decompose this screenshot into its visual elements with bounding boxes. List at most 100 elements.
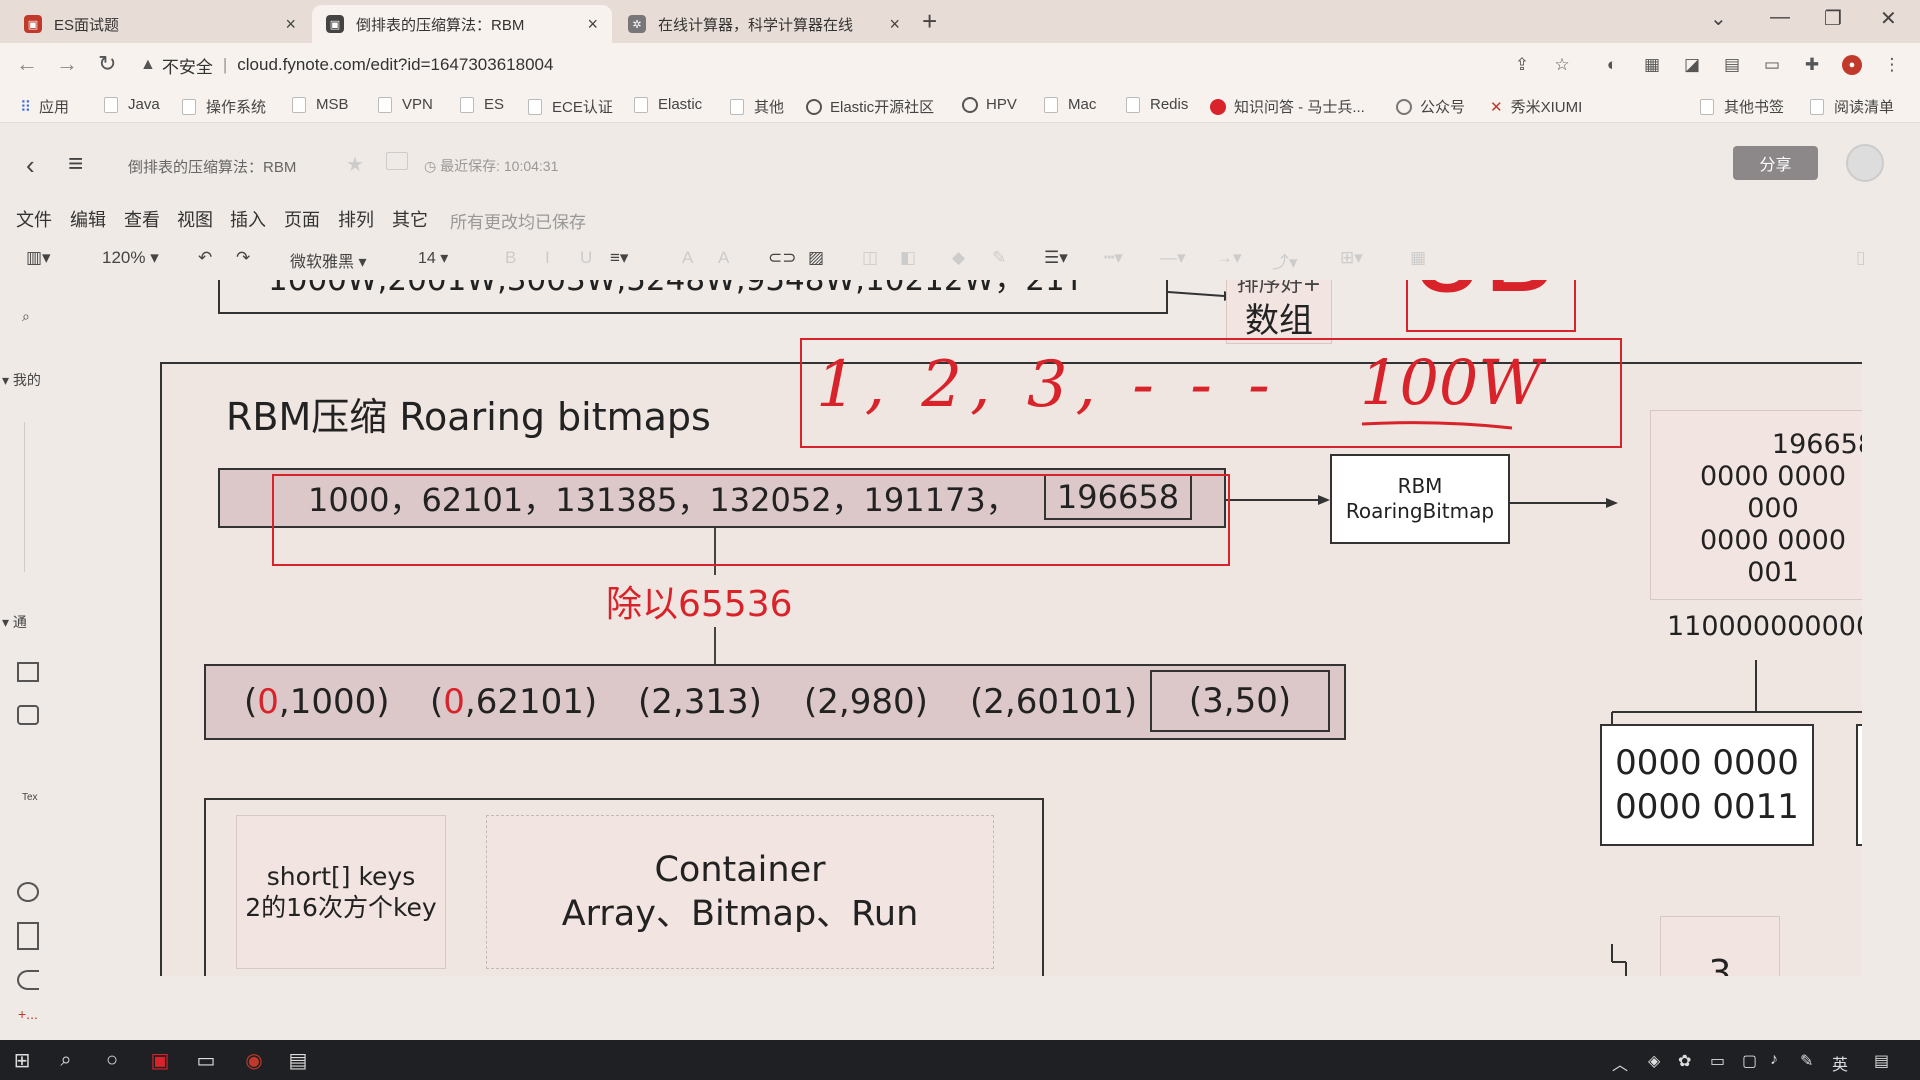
menu-edit[interactable]: 编辑 [70,206,106,232]
diagram-canvas[interactable]: 1000W,2001W,3003W,5248W,9548W,10212W，21Y… [60,280,1862,976]
hamburger-menu-icon[interactable]: ≡ [68,148,83,179]
windows-start-icon[interactable]: ⊞ [10,1048,34,1072]
url-input[interactable]: ▲ 不安全 | cloud.fynote.com/edit?id=1647303… [140,50,1480,80]
ime-indicator[interactable]: 英 [1832,1051,1848,1075]
bookmark-reading-list[interactable]: 阅读清单 [1810,96,1894,117]
more-menu-icon[interactable]: ⋮ [1882,55,1902,75]
menu-insert[interactable]: 插入 [230,206,266,232]
bookmark-item[interactable]: 知识问答 - 马士兵... [1210,96,1365,117]
bold-icon[interactable]: B [505,248,516,268]
close-icon[interactable]: × [889,14,900,35]
underline-icon[interactable]: U [580,248,592,268]
extension-icon[interactable]: ▦ [1642,55,1662,75]
bookmark-item[interactable]: Elastic开源社区 [806,96,934,117]
search-icon[interactable]: ⌕ [22,308,30,325]
star-icon[interactable]: ☆ [1552,55,1572,75]
container-note[interactable]: Container Array、Bitmap、Run [486,815,994,969]
text-style-icon[interactable]: A [718,248,729,268]
binary-small-box-clipped[interactable] [1856,724,1862,846]
format-icon[interactable]: ◧ [900,248,916,268]
file-explorer-icon[interactable]: ▭ [194,1048,218,1072]
tray-app-icon[interactable]: ✿ [1678,1051,1691,1071]
rounded-rect-shape[interactable] [17,705,39,725]
notification-icon[interactable]: ▤ [1874,1051,1889,1071]
my-shapes-group[interactable]: ▾ 我的 [2,370,41,390]
chrome-icon[interactable]: ◉ [242,1048,266,1072]
align-icon[interactable]: ≡▾ [610,248,628,268]
pen-icon[interactable]: ✎ [1800,1051,1813,1071]
menu-perspective[interactable]: 视图 [177,206,213,232]
bookmark-item[interactable]: ✕ 秀米XIUMI [1490,96,1582,117]
arrow-style-icon[interactable]: →▾ [1216,248,1242,268]
minimize-button[interactable]: — [1770,6,1790,29]
image-icon[interactable]: ▨ [808,248,824,268]
doc-title[interactable]: 倒排表的压缩算法：RBM [128,156,296,177]
tab-calculator[interactable]: ✲ 在线计算器，科学计算器在线 × [614,5,914,43]
bottom-three-note[interactable]: 3 [1660,916,1780,976]
avatar[interactable] [1846,144,1884,182]
bookmark-item[interactable]: 操作系统 [182,96,266,117]
text-shape[interactable]: Tex [22,792,38,803]
italic-icon[interactable]: I [545,248,550,268]
bookmark-item[interactable]: 公众号 [1396,96,1465,117]
tab-rbm[interactable]: ▣ 倒排表的压缩算法：RBM × [312,5,612,43]
forward-arrow-icon[interactable]: → [56,51,78,77]
bookmark-item[interactable]: 其他 [730,96,784,117]
line-dash-icon[interactable]: ┅▾ [1104,248,1123,268]
close-icon[interactable]: × [587,14,598,35]
folder-icon[interactable] [386,152,408,170]
share-page-icon[interactable]: ⇪ [1512,55,1532,75]
pen-icon[interactable]: ✎ [992,248,1006,268]
reload-icon[interactable]: ↻ [98,51,116,77]
page-layout-icon[interactable]: ▥▾ [26,248,51,268]
menu-file[interactable]: 文件 [16,206,52,232]
font-family-select[interactable]: 微软雅黑 ▾ [290,248,367,272]
style-icon[interactable]: ◫ [862,248,878,268]
new-tab-button[interactable]: + [922,6,937,37]
battery-icon[interactable]: ▭ [1710,1051,1725,1071]
connector-icon[interactable]: ⤴▾ [1272,248,1298,273]
general-shapes-group[interactable]: ▾ 通 [2,612,27,632]
bookmark-other[interactable]: 其他书签 [1700,96,1784,117]
extension-icon[interactable]: ◐ [1602,55,1622,75]
window-close-button[interactable]: ✕ [1880,6,1897,31]
app-icon[interactable]: ▣ [148,1048,172,1072]
zoom-select[interactable]: 120% ▾ [102,248,159,268]
bookmark-item[interactable]: Elastic [634,96,702,113]
bookmark-item[interactable]: MSB [292,96,349,113]
tab-es-interview[interactable]: ▣ ES面试题 × [10,5,310,43]
ellipse-shape[interactable] [17,882,39,902]
restore-button[interactable]: ❐ [1824,6,1842,31]
arc-shape[interactable] [17,970,39,990]
link-icon[interactable]: ⊂⊃ [768,248,797,268]
tray-app-icon[interactable]: ◈ [1648,1051,1660,1071]
array-note[interactable]: 排序好+ 数组 [1226,280,1332,344]
volume-icon[interactable]: ♪ [1770,1051,1778,1069]
close-icon[interactable]: × [285,14,296,35]
profile-icon[interactable]: ● [1842,55,1862,75]
bookmark-item[interactable]: Mac [1044,96,1096,113]
puzzle-icon[interactable]: ✚ [1802,55,1822,75]
panel-toggle-icon[interactable]: ▯ [1856,248,1865,268]
binary-note[interactable]: 196658 0000 0000 000 0000 0000 001 11000… [1650,410,1862,642]
tab-search-icon[interactable]: ⌄ [1710,6,1727,31]
menu-other[interactable]: 其它 [392,206,428,232]
top-values-box[interactable]: 1000W,2001W,3003W,5248W,9548W,10212W，21Y [218,280,1168,314]
menu-arrange[interactable]: 排列 [338,206,374,232]
menu-page[interactable]: 页面 [284,206,320,232]
network-icon[interactable]: ▢ [1742,1051,1757,1071]
line-style-icon[interactable]: —▾ [1160,248,1186,268]
rbm-box[interactable]: RBM RoaringBitmap [1330,454,1510,544]
line-weight-icon[interactable]: ☰▾ [1044,248,1068,268]
share-button[interactable]: 分享 [1733,146,1818,180]
chevron-up-icon[interactable]: ︿ [1612,1051,1628,1075]
undo-icon[interactable]: ↶ [198,248,212,268]
font-color-icon[interactable]: A [682,248,693,268]
extension-icon[interactable]: ▤ [1722,55,1742,75]
square-shape[interactable] [17,922,39,950]
bookmark-item[interactable]: ES [460,96,504,113]
search-icon[interactable]: ⌕ [54,1048,78,1072]
bookmark-item[interactable]: ECE认证 [528,96,613,117]
lock-icon[interactable]: ⊞▾ [1340,248,1363,268]
bookmark-item[interactable]: Redis [1126,96,1188,113]
